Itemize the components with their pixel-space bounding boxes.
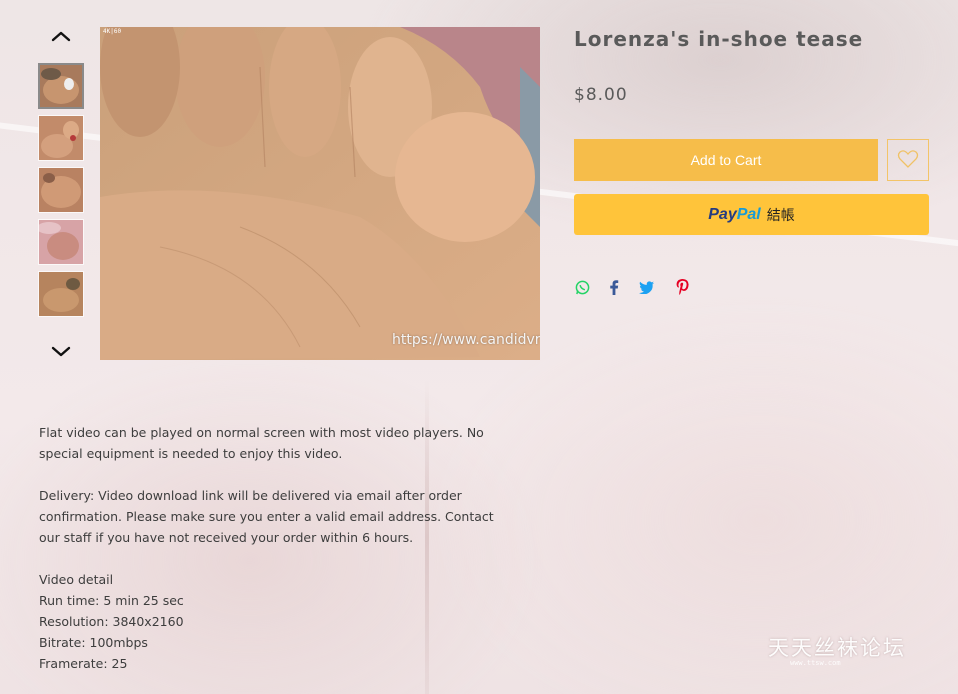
video-bitrate: Bitrate: 100mbps xyxy=(39,635,148,650)
facebook-icon[interactable] xyxy=(606,279,622,295)
video-runtime: Run time: 5 min 25 sec xyxy=(39,593,184,608)
chevron-down-icon[interactable] xyxy=(51,343,71,359)
thumbnail-2[interactable] xyxy=(38,115,84,161)
video-framerate: Framerate: 25 xyxy=(39,656,128,671)
heart-icon xyxy=(897,149,919,172)
whatsapp-icon[interactable] xyxy=(574,279,590,295)
video-detail-heading: Video detail xyxy=(39,572,114,587)
image-watermark-url: https://www.candidvri xyxy=(392,332,540,348)
chevron-up-icon[interactable] xyxy=(51,28,71,44)
site-watermark-url: www.ttsw.com xyxy=(790,659,841,667)
product-title: Lorenza's in-shoe tease xyxy=(574,27,864,51)
paypal-checkout-button[interactable]: PayPal 結帳 xyxy=(574,194,929,235)
site-watermark: 天天丝袜论坛 xyxy=(768,636,906,660)
video-resolution: Resolution: 3840x2160 xyxy=(39,614,184,629)
description-paragraph-delivery: Delivery: Video download link will be de… xyxy=(39,488,494,545)
paypal-checkout-label: 結帳 xyxy=(766,207,795,224)
product-photo xyxy=(100,27,540,360)
description-video-detail: Video detail Run time: 5 min 25 sec Reso… xyxy=(39,569,539,674)
pinterest-icon[interactable] xyxy=(674,279,690,295)
main-product-image[interactable]: 4K|60 https://www.candidvri xyxy=(100,27,540,360)
paypal-logo: PayPal xyxy=(708,205,761,223)
add-to-cart-button[interactable]: Add to Cart xyxy=(574,139,878,181)
product-price: $8.00 xyxy=(574,85,628,105)
add-to-cart-label: Add to Cart xyxy=(690,152,762,168)
description-paragraph-format: Flat video can be played on normal scree… xyxy=(39,425,484,461)
video-corner-tag: 4K|60 xyxy=(103,28,122,35)
thumbnail-4[interactable] xyxy=(38,219,84,265)
wishlist-button[interactable] xyxy=(887,139,929,181)
thumbnail-3[interactable] xyxy=(38,167,84,213)
twitter-icon[interactable] xyxy=(638,279,654,295)
product-description: Flat video can be played on normal scree… xyxy=(39,422,539,694)
thumbnail-1[interactable] xyxy=(38,63,84,109)
thumbnail-5[interactable] xyxy=(38,271,84,317)
